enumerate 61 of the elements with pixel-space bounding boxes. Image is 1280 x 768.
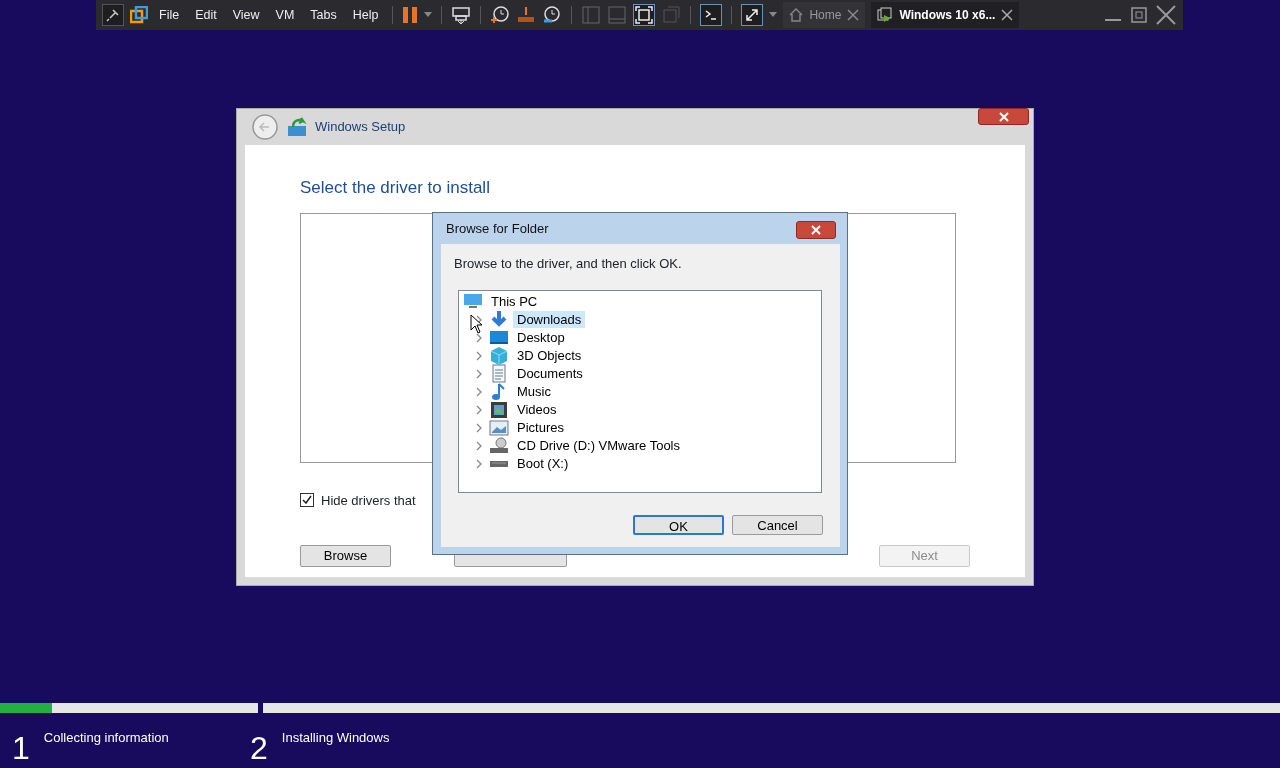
tree-item[interactable]: This PC	[487, 293, 542, 310]
setup-icon	[287, 117, 309, 137]
pause-icon[interactable]	[402, 6, 419, 24]
tree-item[interactable]: Videos	[513, 401, 561, 418]
tree-item[interactable]: Pictures	[513, 419, 568, 436]
close-icon[interactable]	[847, 9, 860, 21]
step-number: 1	[12, 732, 30, 764]
tree-item[interactable]: CD Drive (D:) VMware Tools	[513, 437, 684, 454]
vm-icon	[877, 7, 894, 23]
close-button[interactable]	[796, 221, 836, 239]
drive-icon[interactable]	[516, 5, 537, 25]
instruction-text: Browse to the driver, and then click OK.	[454, 255, 683, 273]
image-icon	[489, 417, 509, 438]
tab[interactable]: Home	[783, 2, 866, 28]
dialog-title: Browse for Folder	[446, 219, 549, 238]
pin-icon[interactable]	[102, 4, 124, 26]
step-label: Installing Windows	[281, 729, 390, 747]
stretch-icon[interactable]	[741, 4, 764, 26]
caret-icon[interactable]	[769, 12, 778, 18]
checkbox[interactable]	[300, 493, 314, 508]
disc-drive-icon	[489, 435, 509, 456]
menu-item[interactable]: Tabs	[305, 5, 342, 25]
restore-icon[interactable]	[1129, 5, 1149, 25]
clock-icon[interactable]	[490, 5, 511, 25]
home-icon	[789, 8, 804, 22]
heading: Select the driver to install	[300, 177, 491, 199]
film-icon	[489, 399, 509, 420]
step-number: 2	[250, 732, 268, 764]
device-icon[interactable]	[451, 5, 472, 25]
button[interactable]: OK	[633, 515, 724, 535]
close-icon	[998, 111, 1009, 122]
tree-item[interactable]: Music	[513, 383, 555, 400]
clock-icon[interactable]	[542, 5, 563, 25]
caret-icon[interactable]	[424, 12, 433, 18]
menu-item[interactable]: Help	[347, 5, 384, 25]
cube-icon	[489, 345, 509, 366]
checkbox-label: Hide drivers that	[321, 491, 416, 510]
tree-item[interactable]: Documents	[513, 365, 587, 382]
close-icon	[811, 225, 821, 235]
fullscreen-icon[interactable]	[633, 4, 656, 26]
step-label: Collecting information	[43, 729, 169, 747]
console-icon[interactable]	[700, 4, 723, 26]
tree-item[interactable]: 3D Objects	[513, 347, 586, 364]
close-button[interactable]	[978, 108, 1029, 125]
tree-item[interactable]: Downloads	[513, 311, 586, 328]
document-icon	[489, 363, 509, 384]
button[interactable]: Browse	[300, 545, 391, 567]
cursor-icon	[470, 314, 483, 334]
window-title: Windows Setup	[315, 118, 406, 137]
drive-icon	[489, 459, 509, 468]
tree-item[interactable]: Boot (X:)	[513, 455, 573, 472]
close-icon[interactable]	[1155, 4, 1177, 26]
menu-item[interactable]: Edit	[190, 5, 222, 25]
app-logo-icon[interactable]	[130, 6, 148, 24]
menu-item[interactable]: File	[154, 5, 185, 25]
button[interactable]: Cancel	[732, 515, 823, 535]
menu-item[interactable]: VM	[270, 5, 300, 25]
menu-item[interactable]: View	[227, 5, 265, 25]
tab[interactable]: Windows 10 x6...	[871, 2, 1020, 28]
close-icon[interactable]	[1001, 9, 1014, 21]
tree-item[interactable]: Desktop	[513, 329, 569, 346]
